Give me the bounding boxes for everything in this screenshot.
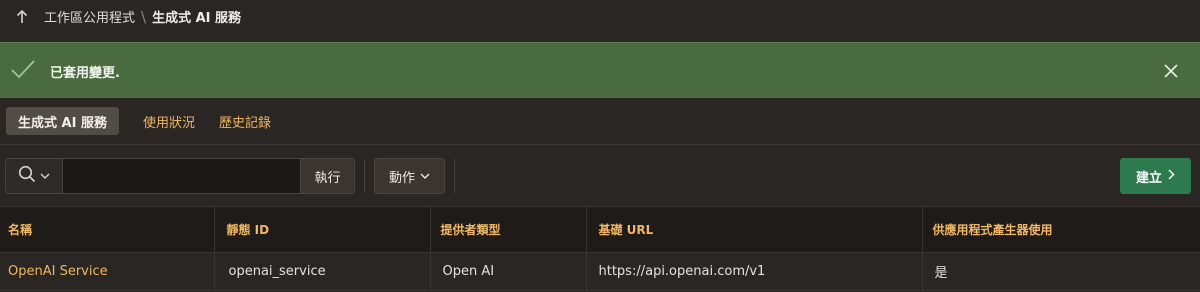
search-column-button[interactable] bbox=[5, 158, 63, 194]
arrow-up-icon[interactable] bbox=[16, 9, 30, 25]
table-row: OpenAI Service openai_service Open AI ht… bbox=[0, 252, 1200, 291]
breadcrumb-separator: \ bbox=[141, 7, 147, 26]
search-input[interactable] bbox=[63, 158, 301, 194]
check-icon bbox=[10, 57, 36, 83]
breadcrumb-parent[interactable]: 工作區公用程式 bbox=[44, 7, 135, 26]
search-icon bbox=[18, 165, 36, 187]
table-header-row: 名稱 靜態 ID 提供者類型 基礎 URL 供應用程式產生器使用 bbox=[0, 206, 1200, 253]
static-id-cell: openai_service bbox=[214, 252, 431, 291]
search-group: 執行 bbox=[5, 158, 355, 194]
tab-generative-ai-services[interactable]: 生成式 AI 服務 bbox=[6, 107, 119, 135]
create-label: 建立 bbox=[1135, 170, 1162, 186]
column-header-base-url[interactable]: 基礎 URL bbox=[586, 206, 923, 253]
column-header-static-id[interactable]: 靜態 ID bbox=[214, 206, 431, 253]
breadcrumb-current: 生成式 AI 服務 bbox=[152, 11, 242, 26]
chevron-down-icon bbox=[40, 169, 50, 184]
service-name-link[interactable]: OpenAI Service bbox=[0, 252, 215, 291]
chevron-down-icon bbox=[420, 169, 430, 184]
banner-message: 已套用變更. bbox=[50, 66, 120, 81]
column-header-name[interactable]: 名稱 bbox=[0, 206, 215, 253]
actions-button[interactable]: 動作 bbox=[374, 158, 445, 194]
provider-type-cell: Open AI bbox=[430, 252, 587, 291]
toolbar-divider bbox=[454, 159, 455, 193]
column-header-provider-type[interactable]: 提供者類型 bbox=[430, 206, 587, 253]
tab-usage[interactable]: 使用狀況 bbox=[131, 107, 207, 135]
go-button[interactable]: 執行 bbox=[301, 158, 355, 194]
used-by-app-builder-cell: 是 bbox=[922, 252, 1200, 291]
actions-label: 動作 bbox=[388, 170, 415, 186]
chevron-right-icon bbox=[1168, 168, 1175, 184]
create-button[interactable]: 建立 bbox=[1120, 158, 1191, 194]
breadcrumb: 工作區公用程式 \ 生成式 AI 服務 bbox=[0, 0, 1200, 33]
success-banner: 已套用變更. bbox=[0, 42, 1200, 98]
tab-bar: 生成式 AI 服務 使用狀況 歷史記錄 bbox=[0, 98, 1200, 144]
toolbar-divider bbox=[364, 159, 365, 193]
tab-history[interactable]: 歷史記錄 bbox=[207, 107, 283, 135]
services-table: 名稱 靜態 ID 提供者類型 基礎 URL 供應用程式產生器使用 OpenAI … bbox=[0, 206, 1200, 291]
report-toolbar: 執行 動作 建立 bbox=[0, 144, 1200, 206]
base-url-cell: https://api.openai.com/v1 bbox=[586, 252, 923, 291]
column-header-used-by-app-builder[interactable]: 供應用程式產生器使用 bbox=[922, 206, 1200, 253]
close-icon[interactable] bbox=[1163, 63, 1179, 79]
